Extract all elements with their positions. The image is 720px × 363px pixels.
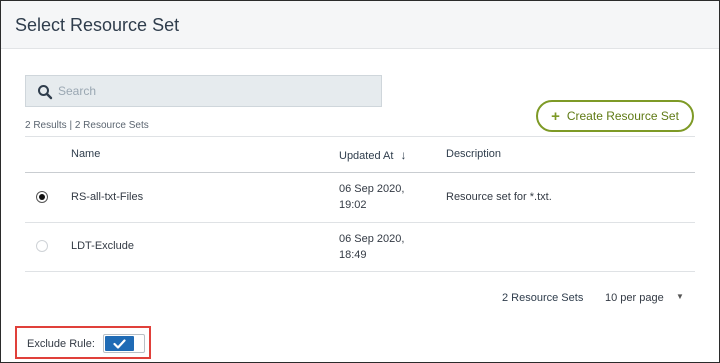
row-updated-time: 18:49 [339,249,367,261]
dialog-title: Select Resource Set [15,15,180,35]
row-radio-selected[interactable] [36,191,48,203]
arrow-down-icon: ↓ [400,148,407,162]
chevron-down-icon[interactable]: ▼ [676,292,684,301]
check-icon [113,339,126,349]
row-name: LDT-Exclude [71,240,134,252]
row-description: Resource set for *.txt. [446,191,552,203]
header-divider [25,172,695,173]
exclude-rule-toggle[interactable] [103,334,145,353]
search-icon [38,85,53,100]
column-header-updated-at[interactable]: Updated At ↓ [339,148,406,162]
exclude-rule-label: Exclude Rule: [27,338,95,350]
table-bottom-divider [25,271,695,272]
column-header-name[interactable]: Name [71,148,100,160]
column-header-description[interactable]: Description [446,148,501,160]
row-name: RS-all-txt-Files [71,191,144,203]
create-resource-set-label: Create Resource Set [566,109,679,123]
pagination-count: 2 Resource Sets [502,292,584,304]
dialog-header: Select Resource Set [1,1,719,49]
row-updated-date: 06 Sep 2020, [339,233,405,245]
plus-icon: + [551,107,560,125]
row-radio-unselected[interactable] [36,240,48,252]
search-box[interactable] [25,75,382,107]
row-divider [25,222,695,223]
results-summary: 2 Results | 2 Resource Sets [25,120,149,131]
table-top-divider [25,136,695,137]
page-size-select[interactable]: 10 per page [605,292,664,304]
row-updated-date: 06 Sep 2020, [339,183,405,195]
create-resource-set-button[interactable]: + Create Resource Set [536,100,694,132]
toggle-knob [105,336,134,351]
search-input[interactable] [58,81,368,101]
column-header-updated-at-label: Updated At [339,150,394,162]
row-updated-time: 19:02 [339,199,367,211]
